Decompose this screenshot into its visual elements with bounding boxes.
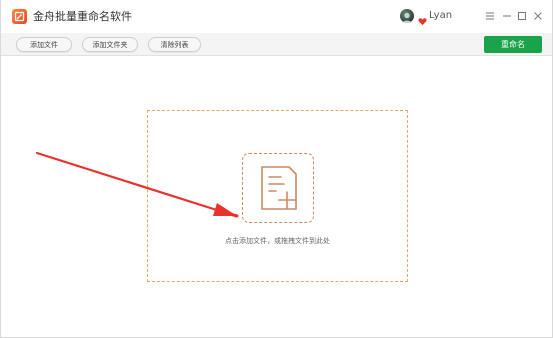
- file-list-area: 点击添加文件，或拖拽文件到此处: [1, 57, 552, 337]
- title-bar: 金舟批量重命名软件 Lyan: [1, 0, 552, 33]
- minimize-icon[interactable]: [500, 8, 514, 24]
- user-avatar[interactable]: [400, 9, 414, 23]
- maximize-icon[interactable]: [515, 8, 529, 24]
- drop-hint-text: 点击添加文件，或拖拽文件到此处: [225, 237, 330, 245]
- add-document-icon[interactable]: [242, 153, 314, 223]
- app-window: 金舟批量重命名软件 Lyan 添加文件 添加文件夹 清除列表 重命名 点击添加文…: [0, 0, 553, 338]
- user-name[interactable]: Lyan: [429, 9, 452, 23]
- toolbar: 添加文件 添加文件夹 清除列表 重命名: [1, 33, 552, 56]
- vip-heart-icon: [418, 11, 427, 26]
- app-logo-icon: [12, 9, 27, 24]
- rename-button[interactable]: 重命名: [484, 36, 542, 53]
- menu-icon[interactable]: [483, 8, 497, 24]
- add-file-button[interactable]: 添加文件: [16, 37, 72, 52]
- drop-zone[interactable]: 点击添加文件，或拖拽文件到此处: [147, 110, 408, 282]
- app-title: 金舟批量重命名软件: [33, 10, 132, 23]
- add-folder-button[interactable]: 添加文件夹: [82, 37, 138, 52]
- clear-list-button[interactable]: 清除列表: [148, 37, 201, 52]
- close-icon[interactable]: [531, 8, 545, 24]
